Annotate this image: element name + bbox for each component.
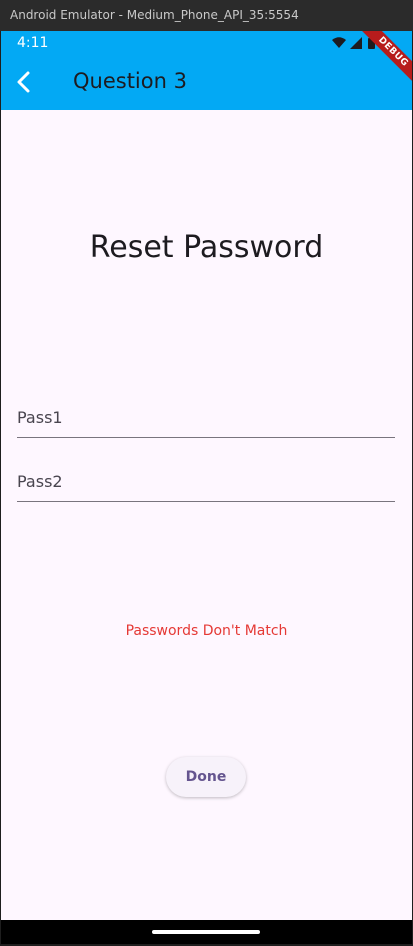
password-mismatch-error: Passwords Don't Match bbox=[125, 623, 288, 639]
status-time: 4:11 bbox=[17, 35, 49, 51]
done-button[interactable]: Done bbox=[166, 757, 246, 797]
debug-banner: DEBUG bbox=[352, 31, 412, 91]
pass1-input[interactable] bbox=[17, 398, 395, 436]
app-bar: 4:11 Question 3 bbox=[1, 31, 412, 110]
back-button[interactable] bbox=[11, 69, 37, 95]
emulator-window-title: Android Emulator - Medium_Phone_API_35:5… bbox=[0, 0, 413, 31]
pass2-field bbox=[17, 462, 395, 502]
app-bar-title: Question 3 bbox=[73, 69, 187, 93]
wifi-icon bbox=[332, 37, 346, 48]
pass2-input[interactable] bbox=[17, 462, 395, 500]
system-nav-bar bbox=[1, 920, 412, 944]
home-gesture-handle[interactable] bbox=[152, 930, 260, 934]
pass1-field bbox=[17, 398, 395, 438]
phone-screen: 4:11 Question 3 DEBUG Reset Password Pas… bbox=[1, 31, 412, 944]
page-title: Reset Password bbox=[89, 230, 324, 265]
debug-banner-label: DEBUG bbox=[356, 31, 412, 89]
chevron-left-icon bbox=[17, 71, 30, 93]
